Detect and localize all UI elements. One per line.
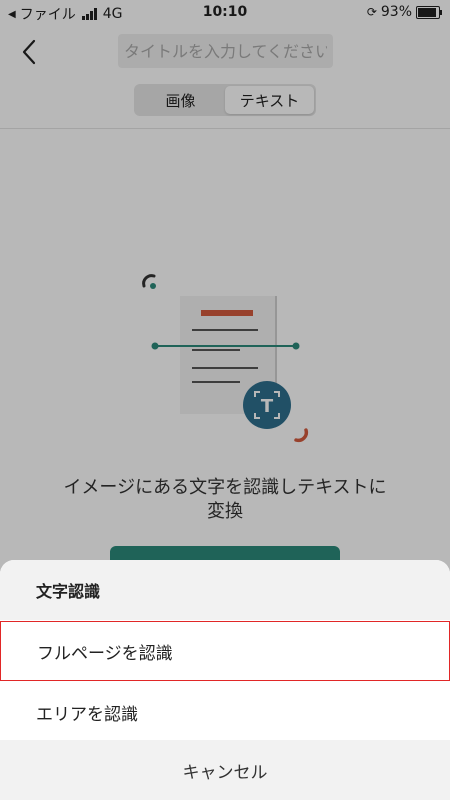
cancel-button[interactable]: キャンセル — [0, 740, 450, 800]
action-sheet: 文字認識 フルページを認識 エリアを認識 キャンセル — [0, 560, 450, 800]
sheet-title: 文字認識 — [0, 560, 450, 620]
full-page-ocr-option[interactable]: フルページを認識 — [0, 621, 450, 681]
area-ocr-option[interactable]: エリアを認識 — [0, 682, 450, 742]
